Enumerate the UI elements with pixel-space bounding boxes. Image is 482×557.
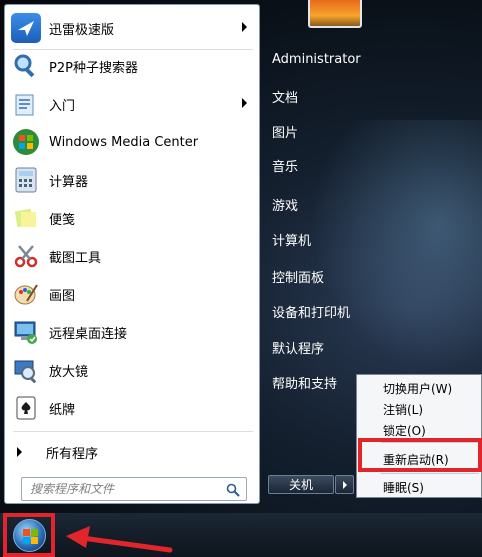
program-label: 截图工具 xyxy=(49,250,102,266)
program-item-remote-desktop[interactable]: 远程桌面连接 xyxy=(5,313,259,351)
shutdown-label: 关机 xyxy=(288,478,313,492)
devices-printers-link[interactable]: 设备和打印机 xyxy=(272,302,350,321)
submenu-arrow-icon[interactable] xyxy=(242,22,247,32)
program-label: 画图 xyxy=(49,288,76,304)
program-label: 入门 xyxy=(49,98,76,114)
start-highlight-box xyxy=(3,513,55,557)
program-label: 计算器 xyxy=(49,174,89,190)
program-item-p2p-search[interactable]: P2P种子搜索器 xyxy=(5,47,259,85)
solitaire-icon xyxy=(11,393,41,423)
programs-pane: 迅雷极速版 P2P种子搜索器 入门 Windows Media Center 计… xyxy=(4,4,260,504)
snipping-tool-icon xyxy=(11,241,41,271)
computer-link[interactable]: 计算机 xyxy=(272,230,311,249)
sticky-notes-icon xyxy=(11,203,41,233)
menu-item-lock[interactable]: 锁定(O) xyxy=(383,422,426,439)
control-panel-link[interactable]: 控制面板 xyxy=(272,267,324,286)
program-list: 迅雷极速版 P2P种子搜索器 入门 Windows Media Center 计… xyxy=(5,9,259,427)
program-item-getting-started[interactable]: 入门 xyxy=(5,85,259,123)
divider xyxy=(381,473,479,474)
program-item-calculator[interactable]: 计算器 xyxy=(5,161,259,199)
submenu-arrow-icon[interactable] xyxy=(242,98,247,108)
program-label: 远程桌面连接 xyxy=(49,326,128,342)
shutdown-options-menu: 切换用户(W) 注销(L) 锁定(O) 重新启动(R) 睡眠(S) xyxy=(356,374,482,498)
magnifier-tool-icon xyxy=(11,355,41,385)
program-item-magnifier[interactable]: 放大镜 xyxy=(5,351,259,389)
restart-highlight-box xyxy=(358,438,482,472)
games-link[interactable]: 游戏 xyxy=(272,195,298,214)
program-item-solitaire[interactable]: 纸牌 xyxy=(5,389,259,427)
shutdown-button[interactable]: 关机 xyxy=(268,475,334,494)
shutdown-options-button[interactable] xyxy=(335,475,354,494)
program-item-sticky-notes[interactable]: 便笺 xyxy=(5,199,259,237)
user-name-link[interactable]: Administrator xyxy=(272,52,361,67)
thunder-bird-icon xyxy=(11,13,41,43)
documents-link[interactable]: 文档 xyxy=(272,87,298,106)
all-programs-button[interactable]: 所有程序 xyxy=(5,437,259,467)
program-label: 放大镜 xyxy=(49,364,89,380)
calculator-icon xyxy=(11,165,41,195)
program-label: 纸牌 xyxy=(49,402,76,418)
program-label: 便笺 xyxy=(49,212,76,228)
all-programs-label: 所有程序 xyxy=(46,446,99,462)
divider xyxy=(13,431,253,432)
arrow-right-icon xyxy=(17,447,22,457)
search-box[interactable] xyxy=(21,477,247,501)
music-link[interactable]: 音乐 xyxy=(272,156,298,175)
search-input[interactable] xyxy=(30,482,220,496)
help-support-link[interactable]: 帮助和支持 xyxy=(272,373,337,392)
search-icon[interactable] xyxy=(226,482,240,497)
remote-desktop-icon xyxy=(11,317,41,347)
program-item-media-center[interactable]: Windows Media Center xyxy=(5,123,259,161)
magnifier-icon xyxy=(11,51,41,81)
pictures-link[interactable]: 图片 xyxy=(272,122,298,141)
program-item-snipping-tool[interactable]: 截图工具 xyxy=(5,237,259,275)
program-label: 迅雷极速版 xyxy=(49,22,115,38)
menu-item-sleep[interactable]: 睡眠(S) xyxy=(383,479,424,496)
getting-started-icon xyxy=(11,89,41,119)
program-item-xunlei[interactable]: 迅雷极速版 xyxy=(5,9,259,47)
red-arrow-icon xyxy=(66,526,173,553)
arrow-right-icon xyxy=(342,480,347,489)
menu-item-switch-user[interactable]: 切换用户(W) xyxy=(383,380,452,397)
menu-item-log-off[interactable]: 注销(L) xyxy=(383,401,423,418)
program-item-paint[interactable]: 画图 xyxy=(5,275,259,313)
paint-icon xyxy=(11,279,41,309)
windows-media-center-icon xyxy=(11,127,41,157)
program-label: P2P种子搜索器 xyxy=(49,60,138,76)
default-programs-link[interactable]: 默认程序 xyxy=(272,338,324,357)
program-label: Windows Media Center xyxy=(49,134,199,150)
user-picture[interactable] xyxy=(308,0,362,28)
